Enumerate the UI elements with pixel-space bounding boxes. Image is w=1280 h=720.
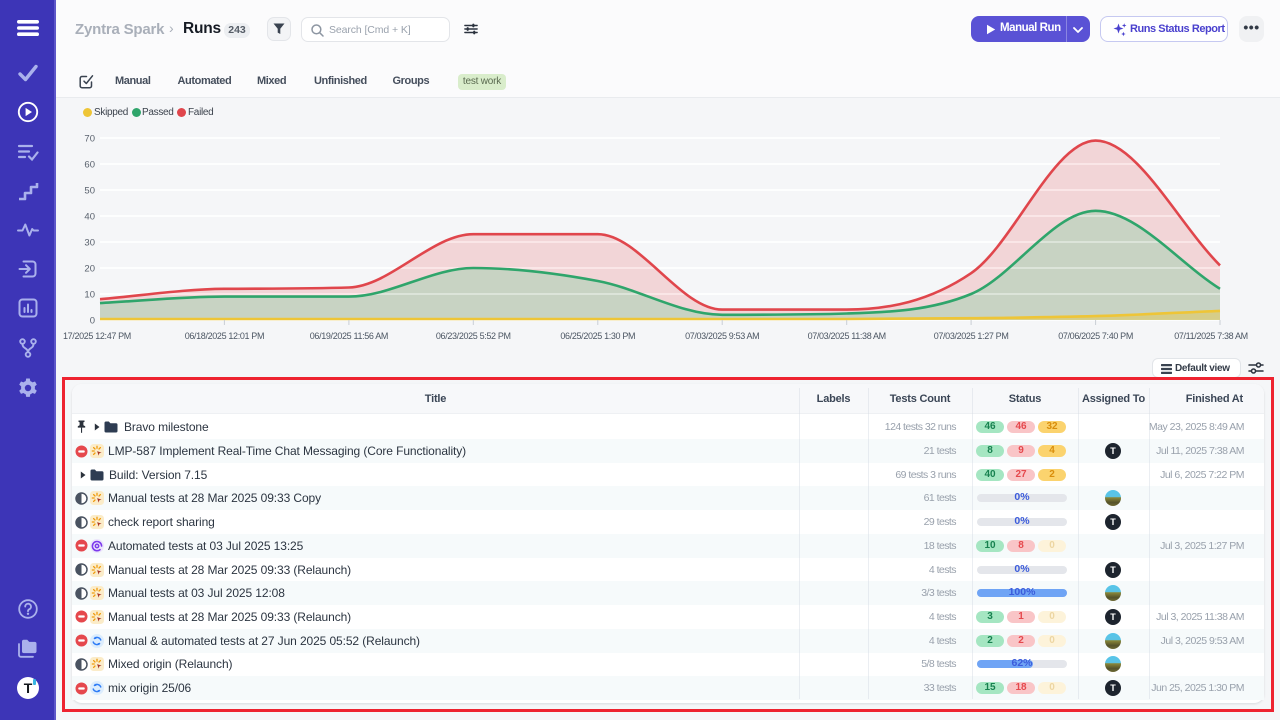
svg-text:70: 70: [84, 134, 95, 145]
svg-text:60: 60: [84, 160, 95, 171]
svg-text:06/23/2025 5:52 PM: 06/23/2025 5:52 PM: [436, 331, 511, 341]
svg-text:07/11/2025 7:38 AM: 07/11/2025 7:38 AM: [1174, 331, 1248, 341]
svg-text:40: 40: [84, 212, 95, 223]
svg-text:07/03/2025 11:38 AM: 07/03/2025 11:38 AM: [808, 331, 886, 341]
svg-text:17/2025 12:47 PM: 17/2025 12:47 PM: [63, 331, 131, 341]
svg-text:07/03/2025 1:27 PM: 07/03/2025 1:27 PM: [934, 331, 1009, 341]
svg-text:30: 30: [84, 238, 95, 249]
svg-text:0: 0: [90, 316, 95, 327]
svg-text:07/03/2025 9:53 AM: 07/03/2025 9:53 AM: [685, 331, 759, 341]
svg-text:06/19/2025 11:56 AM: 06/19/2025 11:56 AM: [310, 331, 388, 341]
svg-text:50: 50: [84, 186, 95, 197]
svg-text:20: 20: [84, 264, 95, 275]
svg-text:10: 10: [84, 290, 95, 301]
svg-text:06/25/2025 1:30 PM: 06/25/2025 1:30 PM: [560, 331, 635, 341]
svg-text:07/06/2025 7:40 PM: 07/06/2025 7:40 PM: [1058, 331, 1133, 341]
svg-text:06/18/2025 12:01 PM: 06/18/2025 12:01 PM: [185, 331, 264, 341]
